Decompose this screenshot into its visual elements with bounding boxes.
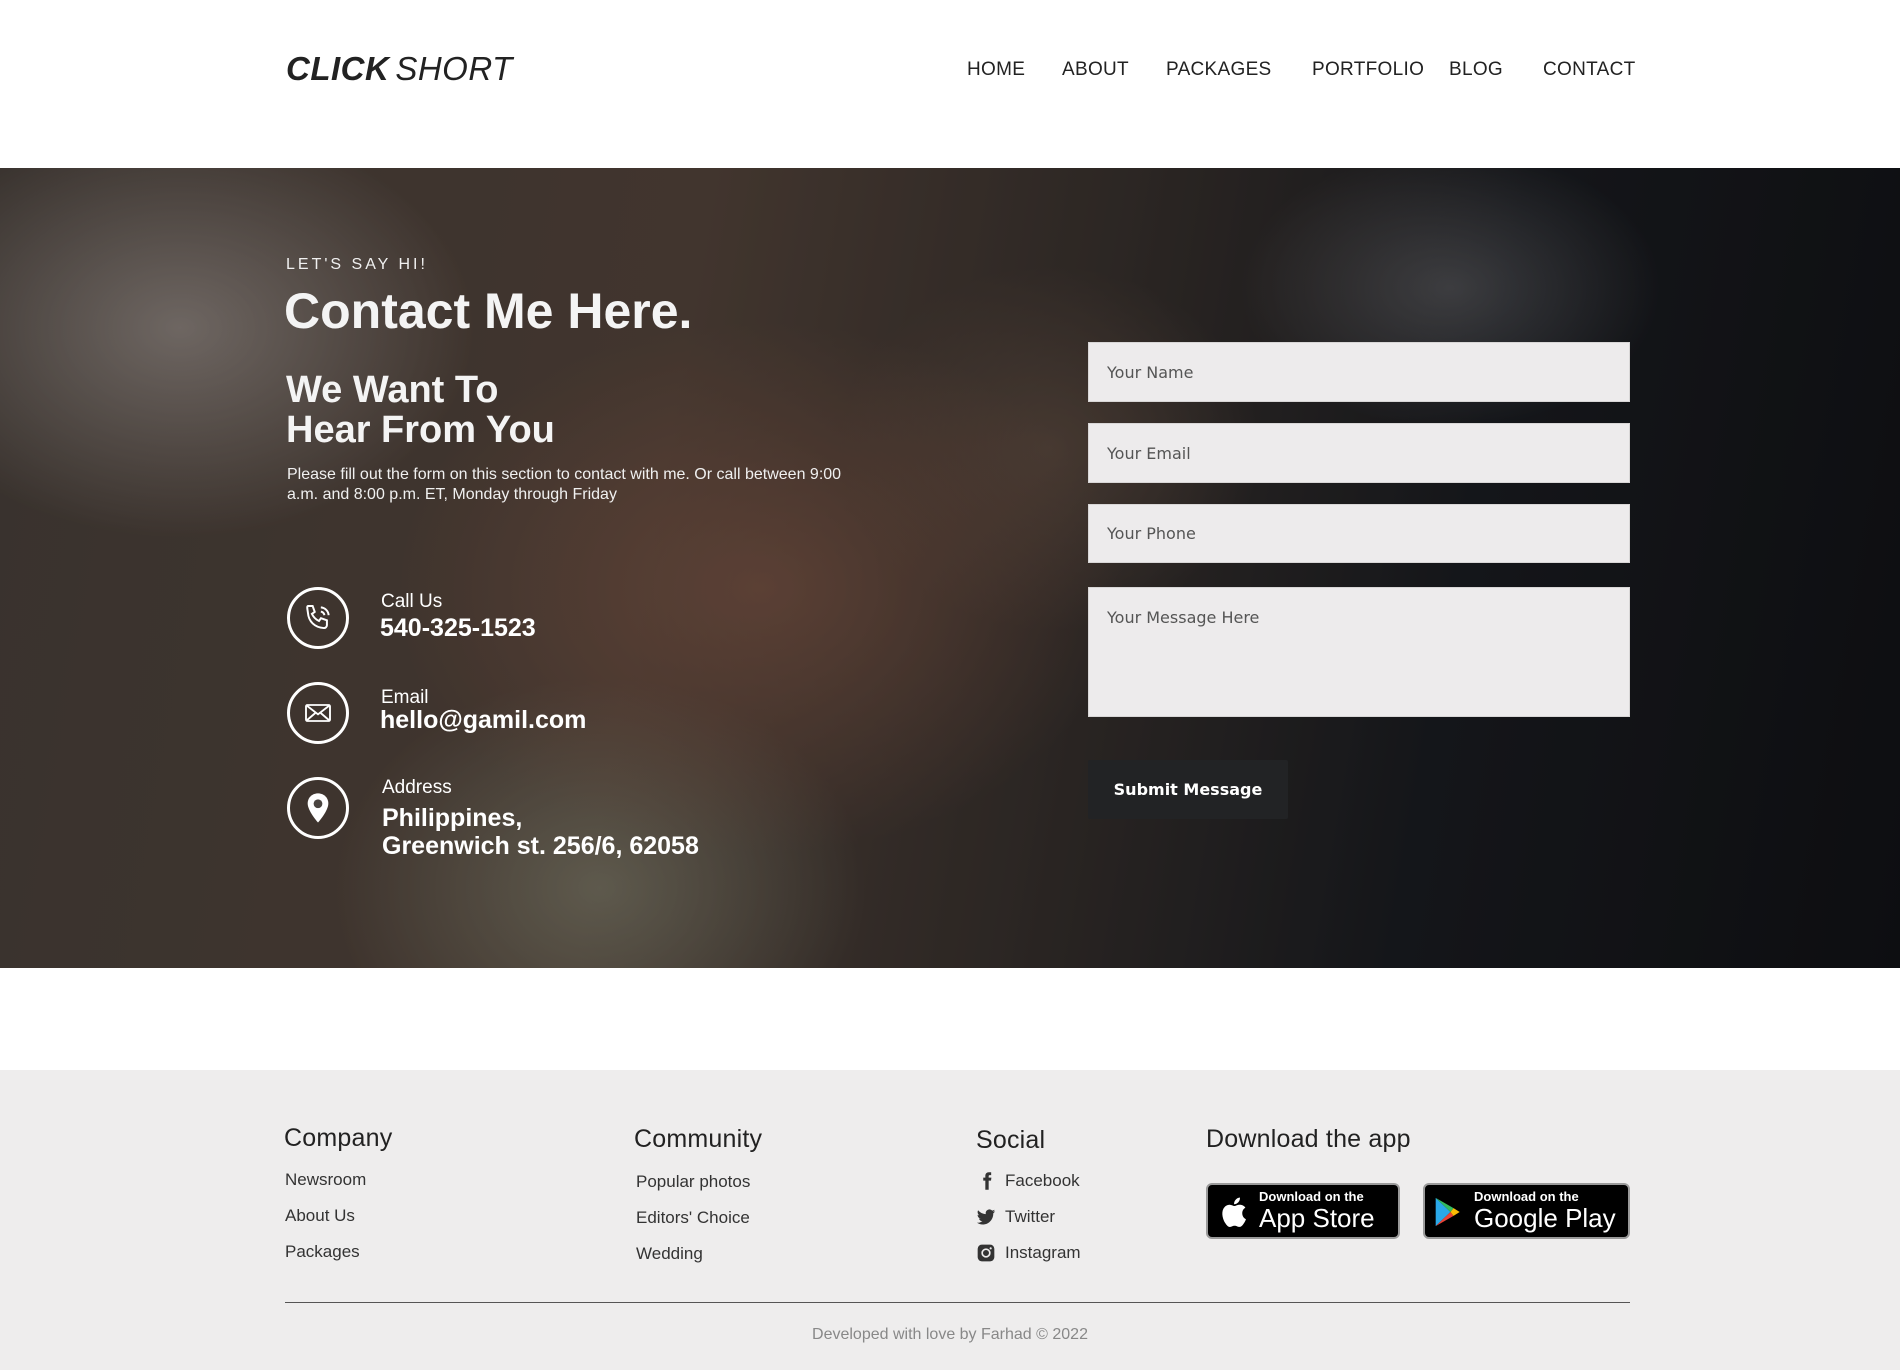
- hero-subtitle-line1: We Want To: [286, 369, 499, 411]
- nav-contact[interactable]: CONTACT: [1543, 59, 1636, 81]
- contact-hero: LET'S SAY HI! Contact Me Here. We Want T…: [0, 168, 1900, 968]
- instagram-icon: [977, 1244, 995, 1262]
- phone-label: Call Us: [381, 591, 443, 612]
- app-store-label: App Store: [1259, 1203, 1375, 1233]
- nav-about[interactable]: ABOUT: [1062, 59, 1129, 81]
- twitter-icon: [976, 1209, 996, 1225]
- site-header: CLICK SHORT HOME ABOUT PACKAGES PORTFOLIO…: [0, 0, 1900, 168]
- envelope-icon: [287, 682, 349, 744]
- message-textarea[interactable]: [1088, 587, 1630, 717]
- site-logo[interactable]: CLICK SHORT: [286, 50, 513, 88]
- copyright-text: Developed with love by Farhad © 2022: [812, 1326, 1088, 1343]
- phone-input[interactable]: [1088, 504, 1630, 563]
- page-title: Contact Me Here.: [284, 283, 693, 339]
- app-store-button[interactable]: Download on the App Store: [1206, 1183, 1400, 1239]
- logo-light-text: SHORT: [395, 50, 513, 87]
- social-heading: Social: [976, 1126, 1046, 1154]
- footer-link-popular-photos[interactable]: Popular photos: [636, 1172, 750, 1192]
- facebook-icon: [983, 1172, 992, 1190]
- footer-link-editors-choice[interactable]: Editors' Choice: [636, 1208, 750, 1228]
- hero-subtitle: We Want To Hear From You: [286, 370, 706, 450]
- footer-divider: [285, 1302, 1630, 1303]
- site-footer: Company Newsroom About Us Packages Commu…: [0, 1070, 1900, 1370]
- google-play-label: Google Play: [1474, 1203, 1616, 1233]
- google-play-button[interactable]: Download on the Google Play: [1423, 1183, 1630, 1239]
- community-heading: Community: [634, 1125, 763, 1153]
- hero-subtitle-line2: Hear From You: [286, 409, 555, 451]
- location-pin-icon: [287, 777, 349, 839]
- footer-link-about-us[interactable]: About Us: [285, 1206, 355, 1226]
- hero-eyebrow: LET'S SAY HI!: [286, 256, 428, 273]
- download-app-heading: Download the app: [1206, 1125, 1411, 1153]
- logo-bold-text: CLICK: [286, 50, 390, 87]
- address-line1: Philippines,: [382, 804, 523, 832]
- nav-packages[interactable]: PACKAGES: [1166, 59, 1272, 81]
- nav-portfolio[interactable]: PORTFOLIO: [1312, 59, 1424, 81]
- name-input[interactable]: [1088, 342, 1630, 402]
- google-play-icon: [1435, 1197, 1460, 1227]
- footer-link-twitter[interactable]: Twitter: [1005, 1207, 1055, 1227]
- google-play-caption: Download on the: [1474, 1189, 1579, 1204]
- footer-link-newsroom[interactable]: Newsroom: [285, 1170, 366, 1190]
- hero-description: Please fill out the form on this section…: [287, 466, 842, 503]
- nav-blog[interactable]: BLOG: [1449, 59, 1503, 81]
- footer-link-packages[interactable]: Packages: [285, 1242, 360, 1262]
- company-heading: Company: [284, 1124, 393, 1152]
- phone-icon: [287, 587, 349, 649]
- address-line2: Greenwich st. 256/6, 62058: [382, 832, 699, 860]
- footer-link-instagram[interactable]: Instagram: [1005, 1243, 1081, 1263]
- submit-message-button[interactable]: Submit Message: [1088, 760, 1288, 819]
- footer-link-wedding[interactable]: Wedding: [636, 1244, 703, 1264]
- app-store-caption: Download on the: [1259, 1189, 1364, 1204]
- email-input[interactable]: [1088, 423, 1630, 483]
- apple-icon: [1222, 1197, 1246, 1227]
- phone-value[interactable]: 540-325-1523: [380, 614, 536, 643]
- email-value[interactable]: hello@gamil.com: [380, 706, 586, 735]
- address-label: Address: [382, 777, 452, 798]
- footer-link-facebook[interactable]: Facebook: [1005, 1171, 1080, 1191]
- nav-home[interactable]: HOME: [967, 59, 1025, 81]
